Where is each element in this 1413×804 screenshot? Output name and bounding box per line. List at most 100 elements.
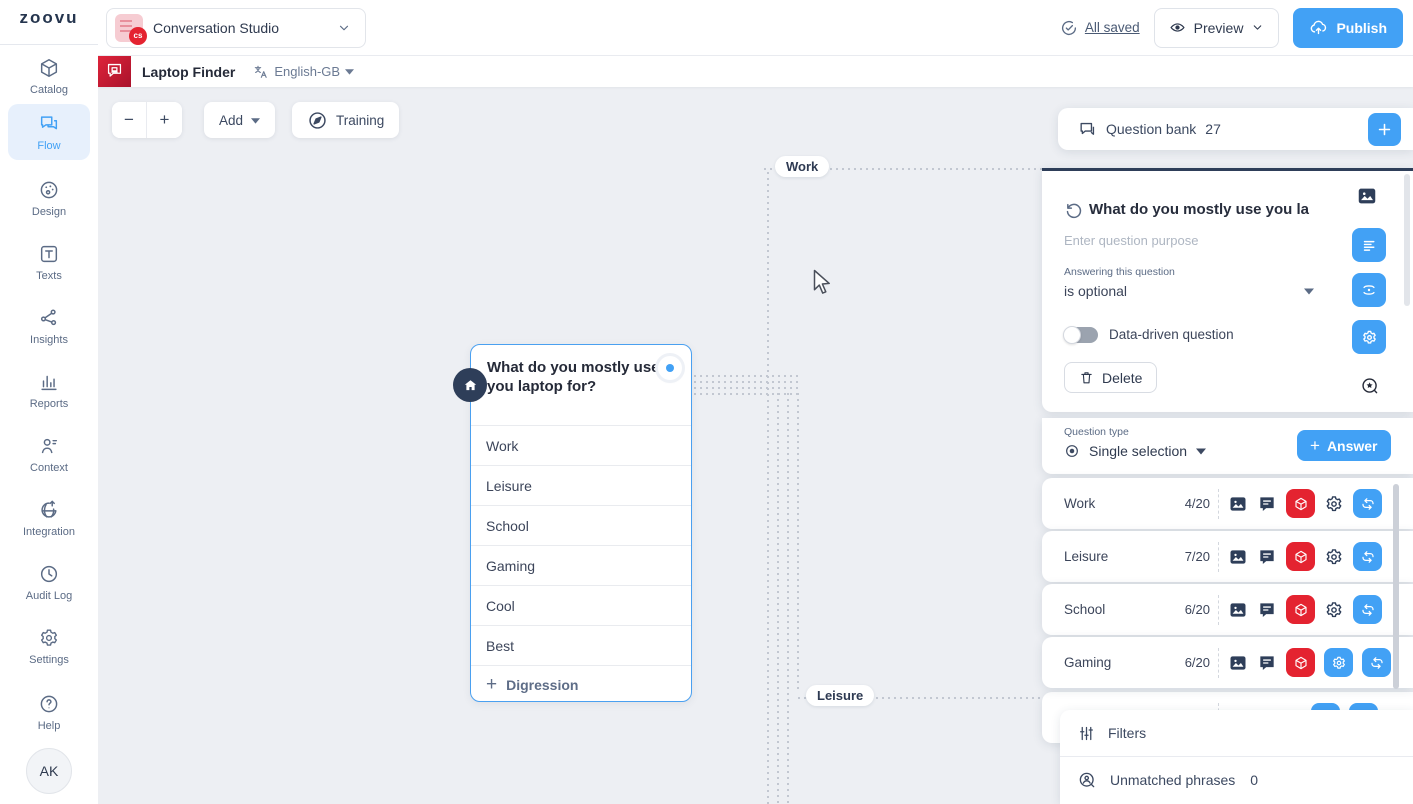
- unmatched-phrases-count: 0: [1250, 772, 1258, 788]
- project-bar: Laptop Finder English-GB: [98, 56, 1413, 87]
- node-option-cool[interactable]: Cool: [471, 585, 691, 625]
- question-logic-button[interactable]: [1352, 273, 1386, 307]
- question-node[interactable]: What do you mostly use you laptop for? W…: [470, 344, 692, 702]
- zoom-in-button[interactable]: +: [147, 102, 182, 138]
- answer-settings-icon[interactable]: [1324, 494, 1344, 514]
- panel-scrollbar[interactable]: [1404, 174, 1410, 306]
- filters-label: Filters: [1108, 725, 1146, 741]
- all-saved-label: All saved: [1085, 20, 1140, 35]
- all-saved-status[interactable]: All saved: [1060, 19, 1140, 37]
- training-label: Training: [336, 113, 384, 128]
- answer-settings-icon[interactable]: [1324, 600, 1344, 620]
- answer-image-icon[interactable]: [1228, 600, 1248, 620]
- sidebar-item-audit-log[interactable]: Audit Log: [8, 554, 90, 610]
- sidebar-item-catalog[interactable]: Catalog: [8, 48, 90, 104]
- help-icon: [38, 693, 60, 715]
- node-selected-radio[interactable]: [658, 356, 682, 380]
- publish-button[interactable]: Publish: [1293, 8, 1403, 48]
- question-text-settings-button[interactable]: [1352, 228, 1386, 262]
- connector-band-3: [694, 387, 800, 389]
- answer-label: Work: [1064, 496, 1174, 511]
- question-purpose-input[interactable]: [1064, 233, 1314, 248]
- eye-icon: [1169, 19, 1186, 36]
- answer-comment-icon[interactable]: [1257, 653, 1277, 673]
- question-settings-button[interactable]: [1352, 320, 1386, 354]
- back-arrow-icon[interactable]: [1064, 200, 1084, 220]
- answer-settings-icon[interactable]: [1324, 547, 1344, 567]
- caret-down-icon: [345, 68, 354, 75]
- question-type-value: Single selection: [1089, 443, 1187, 459]
- question-type-dropdown[interactable]: Single selection: [1064, 443, 1206, 459]
- answer-image-icon[interactable]: [1228, 494, 1248, 514]
- connector-vertical-1: [767, 172, 769, 804]
- laptop-finder-icon: [98, 54, 131, 87]
- answer-sync-button[interactable]: [1362, 648, 1391, 677]
- node-option-leisure[interactable]: Leisure: [471, 465, 691, 505]
- answering-dropdown[interactable]: is optional: [1064, 283, 1127, 299]
- sidebar-item-insights[interactable]: Insights: [8, 298, 90, 354]
- chevron-down-icon: [1251, 21, 1264, 34]
- answer-sync-button[interactable]: [1353, 542, 1382, 571]
- cloud-upload-icon: [1309, 18, 1328, 37]
- unmatched-phrases-button[interactable]: Unmatched phrases 0: [1060, 757, 1413, 803]
- answer-row-leisure[interactable]: Leisure 7/20: [1042, 531, 1413, 582]
- sidebar-item-label: Reports: [30, 398, 69, 410]
- question-node-header[interactable]: What do you mostly use you laptop for?: [471, 345, 691, 425]
- answer-comment-icon[interactable]: [1257, 547, 1277, 567]
- sidebar-item-help[interactable]: Help: [8, 684, 90, 740]
- zoom-out-button[interactable]: −: [112, 102, 147, 138]
- sidebar-item-label: Texts: [36, 270, 62, 282]
- app-selector[interactable]: cs Conversation Studio: [106, 8, 366, 48]
- answer-image-icon[interactable]: [1228, 653, 1248, 673]
- answer-product-mapping-button[interactable]: [1286, 542, 1315, 571]
- add-question-button[interactable]: [1368, 113, 1401, 146]
- question-type-label: Question type: [1064, 426, 1129, 438]
- node-option-work[interactable]: Work: [471, 425, 691, 465]
- add-answer-button[interactable]: + Answer: [1297, 430, 1391, 461]
- sidebar-item-design[interactable]: Design: [8, 170, 90, 226]
- answering-label: Answering this question: [1064, 266, 1175, 278]
- answer-comment-icon[interactable]: [1257, 600, 1277, 620]
- user-avatar[interactable]: AK: [26, 748, 72, 794]
- node-option-school[interactable]: School: [471, 505, 691, 545]
- node-option-best[interactable]: Best: [471, 625, 691, 665]
- answer-product-mapping-button[interactable]: [1286, 595, 1315, 624]
- sidebar-item-reports[interactable]: Reports: [8, 362, 90, 418]
- node-option-gaming[interactable]: Gaming: [471, 545, 691, 585]
- gear-icon: [38, 627, 60, 649]
- answer-settings-button[interactable]: [1324, 648, 1353, 677]
- delete-question-button[interactable]: Delete: [1064, 362, 1157, 393]
- answer-image-icon[interactable]: [1228, 547, 1248, 567]
- training-button[interactable]: Training: [292, 102, 399, 138]
- compass-icon: [307, 110, 328, 131]
- answer-product-mapping-button[interactable]: [1286, 648, 1315, 677]
- answer-row-school[interactable]: School 6/20: [1042, 584, 1413, 635]
- answer-product-mapping-button[interactable]: [1286, 489, 1315, 518]
- add-answer-label: Answer: [1327, 438, 1378, 454]
- edge-label-leisure[interactable]: Leisure: [806, 685, 874, 706]
- data-driven-toggle[interactable]: [1064, 327, 1098, 343]
- sidebar-item-settings[interactable]: Settings: [8, 618, 90, 674]
- preview-button[interactable]: Preview: [1154, 8, 1280, 48]
- question-image-icon[interactable]: [1356, 185, 1378, 207]
- language-selector[interactable]: English-GB: [253, 64, 354, 80]
- answers-scrollbar[interactable]: [1393, 484, 1399, 689]
- sidebar-item-texts[interactable]: Texts: [8, 234, 90, 290]
- sidebar-item-context[interactable]: Context: [8, 426, 90, 482]
- sidebar-item-label: Help: [38, 720, 61, 732]
- answer-phrase-count: 4/20: [1174, 496, 1210, 511]
- answer-row-work[interactable]: Work 4/20: [1042, 478, 1413, 529]
- answer-row-gaming[interactable]: Gaming 6/20: [1042, 637, 1413, 688]
- filters-button[interactable]: Filters: [1060, 710, 1413, 756]
- edge-label-work[interactable]: Work: [775, 156, 829, 177]
- answer-label: Gaming: [1064, 655, 1174, 670]
- answer-sync-button[interactable]: [1353, 489, 1382, 518]
- sidebar-item-integration[interactable]: Integration: [8, 490, 90, 546]
- answer-sync-button[interactable]: [1353, 595, 1382, 624]
- featured-search-icon[interactable]: [1360, 376, 1380, 396]
- sidebar-item-flow[interactable]: Flow: [8, 104, 90, 160]
- add-digression-button[interactable]: + Digression: [471, 665, 691, 703]
- add-button[interactable]: Add: [204, 102, 275, 138]
- sidebar-item-label: Context: [30, 462, 68, 474]
- answer-comment-icon[interactable]: [1257, 494, 1277, 514]
